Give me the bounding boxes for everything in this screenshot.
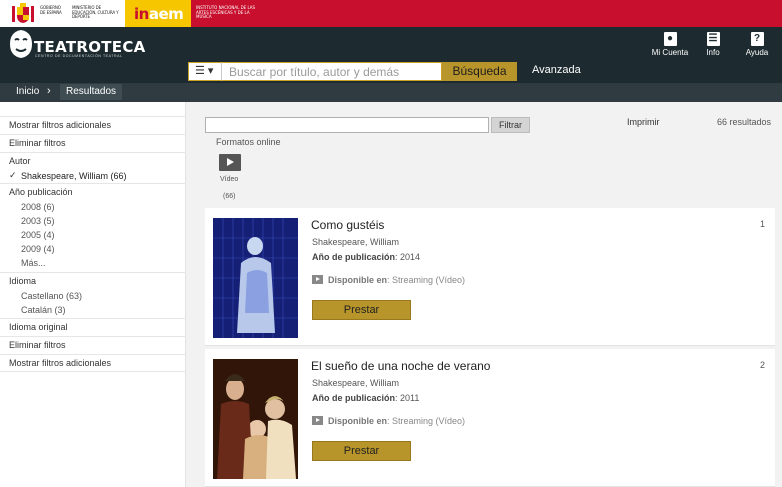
online-formats-label: Formatos online xyxy=(216,137,281,147)
result-number: 2 xyxy=(759,360,765,370)
inaem-logo: inaem xyxy=(134,5,184,23)
results-count: 66 resultados xyxy=(717,117,772,127)
year-label: Año de publicación xyxy=(312,252,396,262)
clear-filters-top[interactable]: Eliminar filtros xyxy=(0,134,186,152)
search-button[interactable]: Búsqueda xyxy=(442,62,517,81)
info-label: Info xyxy=(706,48,720,57)
year-label: Año de publicación xyxy=(312,393,396,403)
play-icon xyxy=(312,416,323,425)
availability-label: Disponible en xyxy=(328,416,388,426)
year-value: : 2011 xyxy=(395,393,420,403)
inaem-text: INSTITUTO NACIONAL DE LAS ARTES ESCÉNICA… xyxy=(196,5,256,20)
availability-label: Disponible en xyxy=(328,275,388,285)
inaem-logo-suffix: aem xyxy=(148,5,184,23)
breadcrumb-current: Resultados xyxy=(60,84,123,100)
author-facet-heading[interactable]: Autor xyxy=(0,152,186,170)
result-year: Año de publicación: 2011 xyxy=(312,393,419,403)
original-language-facet-heading[interactable]: Idioma original xyxy=(0,318,186,336)
menu-icon: ☰ xyxy=(706,32,720,46)
gov-text: GOBIERNO DE ESPAÑA xyxy=(40,5,62,15)
year-facet-heading[interactable]: Año publicación xyxy=(0,183,186,201)
filter-input[interactable] xyxy=(205,117,489,133)
result-author[interactable]: Shakespeare, William xyxy=(312,237,399,247)
result-year: Año de publicación: 2014 xyxy=(312,252,420,262)
language-facet-item[interactable]: Catalán (3) xyxy=(21,305,66,315)
availability-value: : Streaming (Vídeo) xyxy=(387,275,466,285)
language-facet-heading[interactable]: Idioma xyxy=(0,272,186,290)
year-facet-item[interactable]: 2003 (5) xyxy=(21,216,55,226)
borrow-button[interactable]: Prestar xyxy=(312,441,411,461)
search-type-dropdown[interactable]: ☰ ▾ xyxy=(188,62,222,81)
video-format-count: (66) xyxy=(223,193,236,200)
advanced-search-link[interactable]: Avanzada xyxy=(532,64,581,76)
play-icon xyxy=(312,275,323,284)
check-icon: ✓ xyxy=(9,170,17,180)
result-card: Como gustéis Shakespeare, William Año de… xyxy=(205,208,775,346)
my-account-label: Mi Cuenta xyxy=(651,48,689,57)
search-input[interactable] xyxy=(222,62,442,81)
breadcrumb-home[interactable]: Inicio xyxy=(16,86,39,97)
show-more-filters-bottom[interactable]: Mostrar filtros adicionales xyxy=(0,354,186,372)
year-value: : 2014 xyxy=(395,252,421,262)
info-link[interactable]: ☰ Info xyxy=(693,32,733,57)
result-title[interactable]: Como gustéis xyxy=(311,218,384,232)
breadcrumb-separator: › xyxy=(47,85,51,97)
my-account-link[interactable]: ● Mi Cuenta xyxy=(650,32,690,57)
video-format-label[interactable]: Vídeo xyxy=(220,176,238,183)
year-facet-item[interactable]: 2008 (6) xyxy=(21,202,55,212)
borrow-button[interactable]: Prestar xyxy=(312,300,411,320)
ministry-text: MINISTERIO DE EDUCACIÓN, CULTURA Y DEPOR… xyxy=(72,5,119,19)
result-availability: Disponible en: Streaming (Vídeo) xyxy=(312,275,465,285)
result-author[interactable]: Shakespeare, William xyxy=(312,378,399,388)
year-facet-item[interactable]: 2009 (4) xyxy=(21,244,55,254)
result-number: 1 xyxy=(759,219,765,229)
user-icon: ● xyxy=(663,32,677,46)
teatroteca-mask-icon xyxy=(10,30,32,58)
result-title[interactable]: El sueño de una noche de verano xyxy=(311,359,490,373)
spain-crest-icon xyxy=(12,3,34,23)
help-label: Ayuda xyxy=(745,48,769,57)
result-card: El sueño de una noche de verano Shakespe… xyxy=(205,349,775,487)
author-facet-selected[interactable]: Shakespeare, William (66) xyxy=(21,171,127,181)
print-link[interactable]: Imprimir xyxy=(627,117,660,127)
year-facet-item[interactable]: 2005 (4) xyxy=(21,230,55,240)
year-facet-more[interactable]: Más... xyxy=(21,258,46,268)
show-more-filters-top[interactable]: Mostrar filtros adicionales xyxy=(0,116,186,134)
inaem-logo-area[interactable]: inaem xyxy=(125,0,191,27)
video-format-icon[interactable] xyxy=(219,154,241,171)
filter-button[interactable]: Filtrar xyxy=(491,117,530,133)
language-facet-item[interactable]: Castellano (63) xyxy=(21,291,82,301)
help-icon: ? xyxy=(750,32,764,46)
cover-image[interactable] xyxy=(213,359,298,479)
cover-image[interactable] xyxy=(213,218,298,338)
clear-filters-bottom[interactable]: Eliminar filtros xyxy=(0,336,186,354)
help-link[interactable]: ? Ayuda xyxy=(737,32,777,57)
brand-subtitle: CENTRO DE DOCUMENTACIÓN TEATRAL xyxy=(35,54,123,58)
inaem-logo-prefix: in xyxy=(134,5,149,23)
availability-value: : Streaming (Vídeo) xyxy=(387,416,466,426)
ministry-logo-area[interactable]: GOBIERNO DE ESPAÑA MINISTERIO DE EDUCACI… xyxy=(0,0,125,27)
result-availability: Disponible en: Streaming (Vídeo) xyxy=(312,416,465,426)
